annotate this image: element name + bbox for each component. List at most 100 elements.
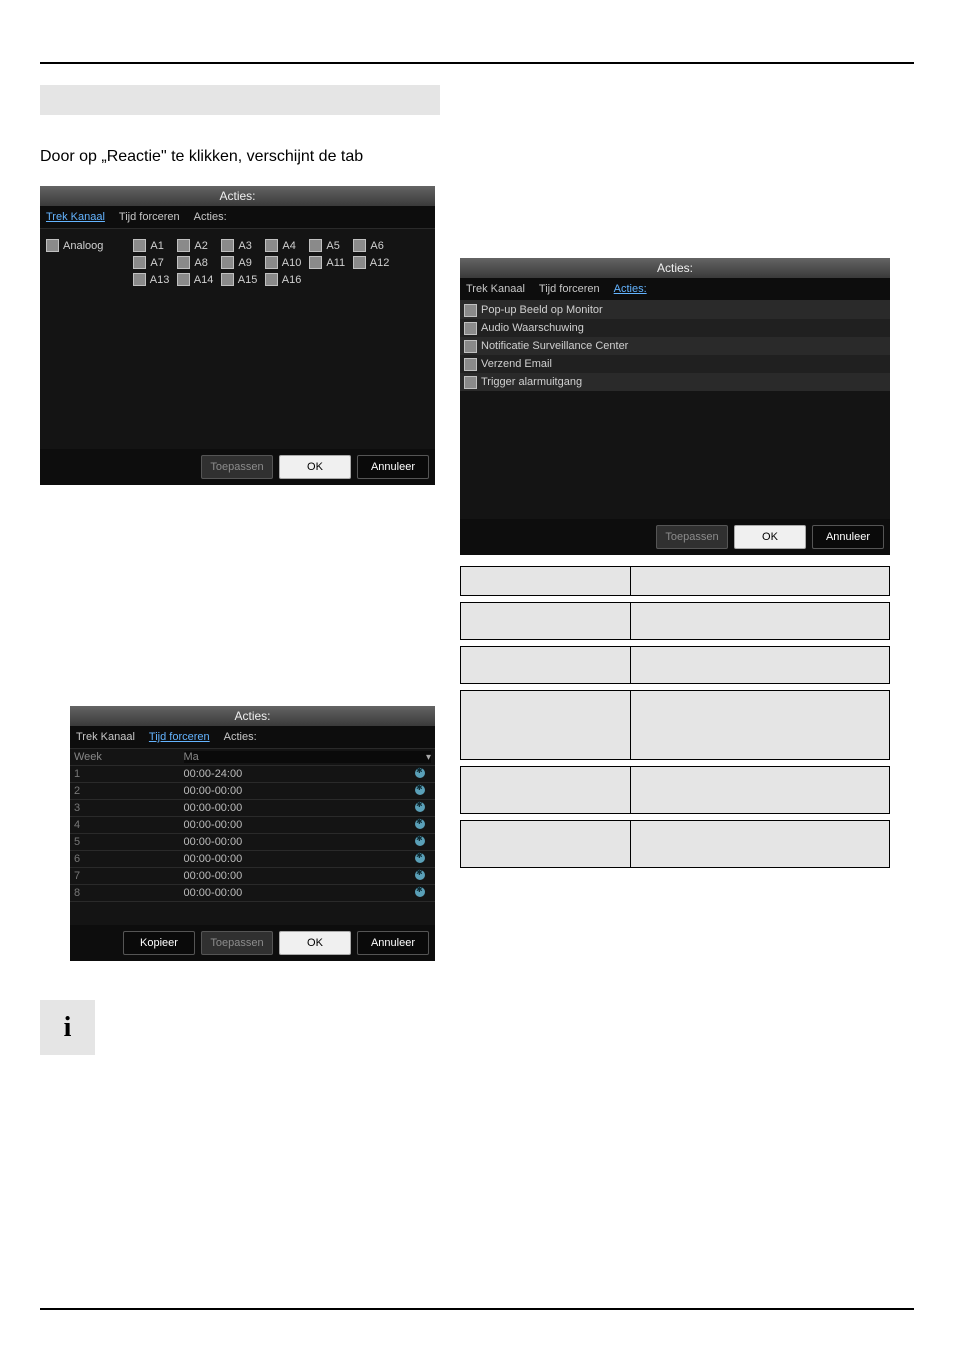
channel-a9[interactable]: A9 <box>221 256 257 269</box>
channel-a15[interactable]: A15 <box>221 273 257 286</box>
button-bar: Toepassen OK Annuleer <box>460 519 890 555</box>
apply-button[interactable]: Toepassen <box>656 525 728 549</box>
checkbox-analoog[interactable]: Analoog <box>46 239 103 252</box>
time-range[interactable]: 00:00-00:00 <box>180 885 406 902</box>
gear-icon[interactable] <box>415 819 425 829</box>
ok-button[interactable]: OK <box>734 525 806 549</box>
tab-acties[interactable]: Acties: <box>224 731 257 743</box>
action-popup-monitor[interactable]: Pop-up Beeld op Monitor <box>464 304 603 317</box>
placeholder-table <box>460 566 890 868</box>
channel-a13[interactable]: A13 <box>133 273 169 286</box>
checkbox-box <box>221 256 234 269</box>
panel-tabs: Trek Kanaal Tijd forceren Acties: <box>460 278 890 301</box>
tab-trek-kanaal[interactable]: Trek Kanaal <box>46 211 105 223</box>
intro-text: Door op „Reactie" te klikken, verschijnt… <box>40 148 363 166</box>
action-trigger-alarm[interactable]: Trigger alarmuitgang <box>464 376 582 389</box>
checkbox-box <box>464 304 477 317</box>
section-placeholder-bar <box>40 85 440 115</box>
bottom-rule <box>40 1308 914 1310</box>
schedule-row: 100:00-24:00 <box>70 766 435 783</box>
channel-a8[interactable]: A8 <box>177 256 213 269</box>
panel-tabs: Trek Kanaal Tijd forceren Acties: <box>70 726 435 749</box>
panel-tabs: Trek Kanaal Tijd forceren Acties: <box>40 206 435 229</box>
gear-icon[interactable] <box>415 870 425 880</box>
day-value: Ma <box>184 751 199 763</box>
checkbox-box <box>464 340 477 353</box>
channel-a5[interactable]: A5 <box>309 239 345 252</box>
gear-icon[interactable] <box>415 768 425 778</box>
channel-a11[interactable]: A11 <box>309 256 345 269</box>
gear-icon[interactable] <box>415 836 425 846</box>
button-bar: Toepassen OK Annuleer <box>40 449 435 485</box>
time-range[interactable]: 00:00-00:00 <box>180 851 406 868</box>
time-range[interactable]: 00:00-24:00 <box>180 766 406 783</box>
checkbox-box <box>221 273 233 286</box>
tab-tijd-forceren[interactable]: Tijd forceren <box>539 283 600 295</box>
time-range[interactable]: 00:00-00:00 <box>180 834 406 851</box>
checkbox-box <box>309 239 322 252</box>
chevron-down-icon: ▾ <box>426 752 431 763</box>
cancel-button[interactable]: Annuleer <box>357 931 429 955</box>
apply-button[interactable]: Toepassen <box>201 931 273 955</box>
schedule-row: 800:00-00:00 <box>70 885 435 902</box>
gear-icon[interactable] <box>415 785 425 795</box>
ok-button[interactable]: OK <box>279 455 351 479</box>
cancel-button[interactable]: Annuleer <box>812 525 884 549</box>
gear-icon[interactable] <box>415 853 425 863</box>
copy-button[interactable]: Kopieer <box>123 931 195 955</box>
channel-grid: A1 A2 A3 A4 A5 A6 A7 A8 A9 A10 A11 A12 A… <box>133 239 393 286</box>
apply-button[interactable]: Toepassen <box>201 455 273 479</box>
channel-a1[interactable]: A1 <box>133 239 169 252</box>
action-send-email[interactable]: Verzend Email <box>464 358 552 371</box>
tab-tijd-forceren[interactable]: Tijd forceren <box>149 731 210 743</box>
time-range[interactable]: 00:00-00:00 <box>180 868 406 885</box>
channel-a2[interactable]: A2 <box>177 239 213 252</box>
channel-a7[interactable]: A7 <box>133 256 169 269</box>
checkbox-box <box>46 239 59 252</box>
gear-icon[interactable] <box>415 887 425 897</box>
panel-tijd-forceren: Acties: Trek Kanaal Tijd forceren Acties… <box>70 706 435 960</box>
schedule-row: 400:00-00:00 <box>70 817 435 834</box>
checkbox-box <box>309 256 322 269</box>
channel-a3[interactable]: A3 <box>221 239 257 252</box>
panel-title: Acties: <box>70 706 435 726</box>
ok-button[interactable]: OK <box>279 931 351 955</box>
panel-title: Acties: <box>460 258 890 278</box>
channel-a14[interactable]: A14 <box>177 273 213 286</box>
action-notify-surveillance[interactable]: Notificatie Surveillance Center <box>464 340 628 353</box>
checkbox-box <box>464 376 477 389</box>
action-audio-warning[interactable]: Audio Waarschuwing <box>464 322 584 335</box>
schedule-row: 700:00-00:00 <box>70 868 435 885</box>
channel-a16[interactable]: A16 <box>265 273 301 286</box>
channel-a10[interactable]: A10 <box>265 256 301 269</box>
panel-trek-kanaal: Acties: Trek Kanaal Tijd forceren Acties… <box>40 186 435 484</box>
tab-acties[interactable]: Acties: <box>614 283 647 295</box>
checkbox-box <box>353 256 365 269</box>
cancel-button[interactable]: Annuleer <box>357 455 429 479</box>
time-range[interactable]: 00:00-00:00 <box>180 817 406 834</box>
panel-title: Acties: <box>40 186 435 206</box>
checkbox-box <box>353 239 366 252</box>
checkbox-box <box>133 256 146 269</box>
checkbox-box <box>133 239 146 252</box>
checkbox-box <box>265 256 277 269</box>
channel-a12[interactable]: A12 <box>353 256 389 269</box>
tab-trek-kanaal[interactable]: Trek Kanaal <box>466 283 525 295</box>
info-icon: i <box>64 1012 72 1044</box>
schedule-row: 300:00-00:00 <box>70 800 435 817</box>
info-box: i <box>40 1000 95 1055</box>
checkbox-box <box>177 239 190 252</box>
channel-a4[interactable]: A4 <box>265 239 301 252</box>
schedule-row: 200:00-00:00 <box>70 783 435 800</box>
channel-a6[interactable]: A6 <box>353 239 389 252</box>
tab-trek-kanaal[interactable]: Trek Kanaal <box>76 731 135 743</box>
gear-icon[interactable] <box>415 802 425 812</box>
day-select[interactable]: Ma ▾ <box>184 751 432 763</box>
button-bar: Kopieer Toepassen OK Annuleer <box>70 925 435 961</box>
tab-tijd-forceren[interactable]: Tijd forceren <box>119 211 180 223</box>
checkbox-box <box>464 322 477 335</box>
time-range[interactable]: 00:00-00:00 <box>180 800 406 817</box>
week-header: Week <box>70 749 180 766</box>
tab-acties[interactable]: Acties: <box>194 211 227 223</box>
time-range[interactable]: 00:00-00:00 <box>180 783 406 800</box>
